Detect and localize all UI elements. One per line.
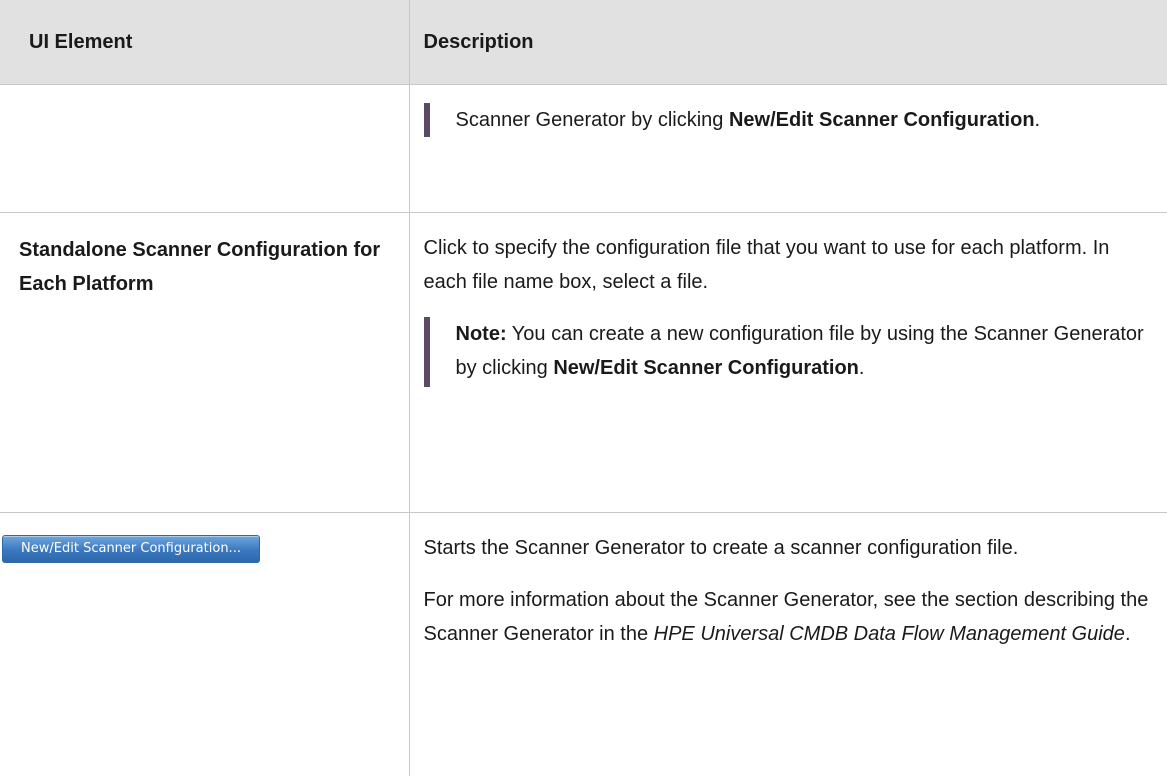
table-row: Standalone Scanner Configuration for Eac… — [0, 213, 1167, 513]
table-row: New/Edit Scanner Configuration... Starts… — [0, 513, 1167, 776]
description-text: Starts the Scanner Generator to create a… — [424, 531, 1154, 565]
note-block: Note: You can create a new configuration… — [424, 317, 1154, 387]
description-text: Click to specify the configuration file … — [424, 231, 1154, 299]
note-end: . — [1035, 109, 1041, 131]
note-bold-link-text: New/Edit Scanner Configuration — [553, 357, 859, 379]
ui-element-table: UI Element Description Scanner Generator… — [0, 0, 1167, 776]
description-cell: Starts the Scanner Generator to create a… — [409, 513, 1167, 776]
header-description: Description — [409, 0, 1167, 85]
guide-title: HPE Universal CMDB Data Flow Management … — [654, 623, 1125, 645]
header-ui-element: UI Element — [0, 0, 409, 85]
element-cell: New/Edit Scanner Configuration... — [0, 513, 409, 776]
table-row: Scanner Generator by clicking New/Edit S… — [0, 85, 1167, 213]
note-text: Scanner Generator by clicking — [456, 109, 729, 131]
note-bold-link-text: New/Edit Scanner Configuration — [729, 109, 1035, 131]
more-info-end: . — [1125, 623, 1131, 645]
note-end: . — [859, 357, 865, 379]
table-header-row: UI Element Description — [0, 0, 1167, 85]
note-label: Note: — [456, 323, 507, 345]
more-info-text: For more information about the Scanner G… — [424, 583, 1154, 651]
note-block: Scanner Generator by clicking New/Edit S… — [424, 103, 1154, 137]
description-cell: Click to specify the configuration file … — [409, 213, 1167, 513]
element-name: Standalone Scanner Configuration for Eac… — [0, 213, 409, 513]
new-edit-scanner-configuration-button[interactable]: New/Edit Scanner Configuration... — [2, 535, 260, 563]
description-cell: Scanner Generator by clicking New/Edit S… — [409, 85, 1167, 213]
element-cell-empty — [0, 85, 409, 213]
